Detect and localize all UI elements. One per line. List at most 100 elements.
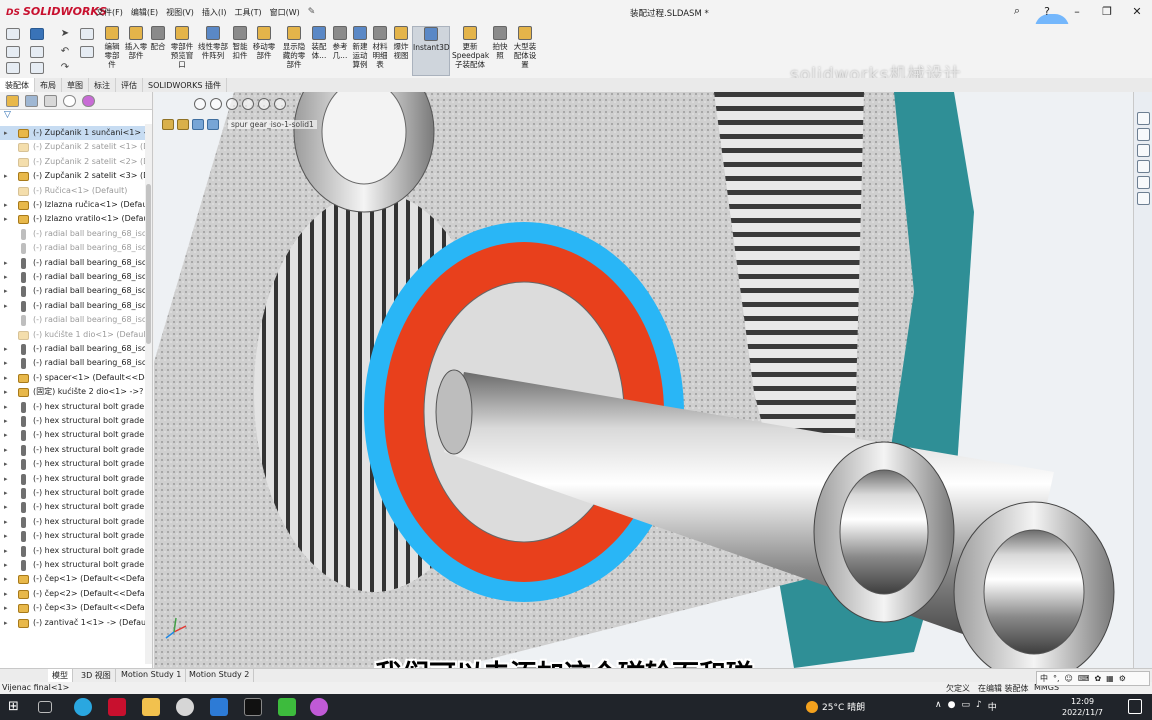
expand-arrow-icon[interactable]: ▸ xyxy=(4,385,12,399)
display-manager-tab-icon[interactable] xyxy=(82,95,95,107)
restore-button[interactable]: ❐ xyxy=(1092,0,1122,22)
mate-button[interactable]: 配合 xyxy=(148,26,168,51)
tree-item[interactable]: ▸ (-) Izlazno vratilo<1> (Defau xyxy=(0,212,152,226)
section-view-icon[interactable] xyxy=(242,98,254,110)
ime-keyboard-icon[interactable]: ⌨ xyxy=(1078,674,1090,683)
tree-item[interactable]: ▸ (-) zantivač 1<1> -> (Defau xyxy=(0,616,152,630)
settings-taskbar-icon[interactable] xyxy=(176,698,194,716)
edit-component-button[interactable]: 编辑 零部 件 xyxy=(100,26,124,69)
expand-arrow-icon[interactable]: ▸ xyxy=(4,356,12,370)
tree-item[interactable]: ▸ (-) radial ball bearing_68_isc xyxy=(0,342,152,356)
notification-icon[interactable] xyxy=(1128,699,1142,714)
feature-tree-scrollbar[interactable] xyxy=(145,124,152,664)
linear-pattern-button[interactable]: 线性零部 件阵列 xyxy=(196,26,230,60)
display-style-icon[interactable] xyxy=(274,98,286,110)
tab-motion-study-2[interactable]: Motion Study 2 xyxy=(185,669,255,682)
tree-item[interactable]: ▸ (-) radial ball bearing_68_isc xyxy=(0,256,152,270)
tray-chevron-icon[interactable]: ∧ xyxy=(935,700,942,713)
tree-item[interactable]: ▸ (-) Zupčanik 2 satelit <3> (D xyxy=(0,169,152,183)
qq-taskbar-icon[interactable] xyxy=(244,698,262,716)
tab-layout[interactable]: 布局 xyxy=(35,78,62,92)
expand-arrow-icon[interactable]: ▸ xyxy=(4,587,12,601)
solidworks-logo[interactable]: DS SOLIDWORKS xyxy=(6,5,107,18)
smart-fasteners-button[interactable]: 智能 扣件 xyxy=(230,26,250,60)
expand-arrow-icon[interactable]: ▸ xyxy=(4,515,12,529)
tree-item[interactable]: ▸ (-) čep<2> (Default<<Defau xyxy=(0,587,152,601)
tab-evaluate[interactable]: 评估 xyxy=(116,78,143,92)
view-palette-icon[interactable] xyxy=(1137,160,1150,173)
menu-view[interactable]: 视图(V) xyxy=(166,7,194,18)
tree-item[interactable]: ▸ (-) hex structural bolt grade xyxy=(0,414,152,428)
tree-item[interactable]: ▸ (-) čep<3> (Default<<Defau xyxy=(0,601,152,615)
ime-toolbox-icon[interactable]: ▦ xyxy=(1106,674,1114,683)
tree-item[interactable]: (-) Zupčanik 2 satelit <2> (D xyxy=(0,155,152,169)
zoom-to-fit-icon[interactable] xyxy=(194,98,206,110)
component-preview-button[interactable]: 零部件 预览窗 口 xyxy=(168,26,196,69)
tab-markup[interactable]: 标注 xyxy=(89,78,116,92)
tree-item[interactable]: ▸ (-) hex structural bolt grade xyxy=(0,558,152,572)
ime-emoji-icon[interactable]: ☺ xyxy=(1065,674,1073,683)
dimxpert-tab-icon[interactable] xyxy=(63,95,76,107)
expand-arrow-icon[interactable]: ▸ xyxy=(4,256,12,270)
tree-item[interactable]: ▸ (-) hex structural bolt grade xyxy=(0,529,152,543)
previous-view-icon[interactable] xyxy=(226,98,238,110)
assembly-crumb-icon[interactable] xyxy=(162,119,174,130)
expand-arrow-icon[interactable]: ▸ xyxy=(4,212,12,226)
show-hidden-button[interactable]: 显示隐 藏的零 部件 xyxy=(280,26,308,69)
tab-3d-views[interactable]: 3D 视图 xyxy=(77,669,116,682)
body-crumb-icon[interactable] xyxy=(207,119,219,130)
tree-item[interactable]: ▸ (-) hex structural bolt grade xyxy=(0,443,152,457)
tree-item[interactable]: ▸ (-) hex structural bolt grade xyxy=(0,472,152,486)
tree-item[interactable]: ▸ (-) radial ball bearing_68_isc xyxy=(0,356,152,370)
tray-app-icon[interactable]: ● xyxy=(948,700,956,713)
expand-arrow-icon[interactable]: ▸ xyxy=(4,529,12,543)
filter-icon[interactable]: ▽ xyxy=(0,110,152,124)
expand-arrow-icon[interactable]: ▸ xyxy=(4,371,12,385)
menu-insert[interactable]: 插入(I) xyxy=(202,7,227,18)
assembly-features-button[interactable]: 装配 体... xyxy=(308,26,330,60)
expand-arrow-icon[interactable]: ▸ xyxy=(4,572,12,586)
tab-sketch[interactable]: 草图 xyxy=(62,78,89,92)
menu-window[interactable]: 窗口(W) xyxy=(270,7,300,18)
ime-skin-icon[interactable]: ✿ xyxy=(1094,674,1101,683)
tab-model[interactable]: 模型 xyxy=(48,669,73,682)
ime-punct[interactable]: °, xyxy=(1053,674,1060,683)
expand-arrow-icon[interactable]: ▸ xyxy=(4,284,12,298)
tray-volume-icon[interactable]: ♪ xyxy=(976,700,982,713)
ime-lang[interactable]: 中 xyxy=(1040,673,1048,684)
solidworks-taskbar-icon[interactable] xyxy=(108,698,126,716)
print-icon[interactable] xyxy=(30,46,44,58)
menu-tools[interactable]: 工具(T) xyxy=(234,7,261,18)
insert-component-button[interactable]: 插入零 部件 xyxy=(124,26,148,60)
browser-icon[interactable] xyxy=(74,698,92,716)
expand-arrow-icon[interactable]: ▸ xyxy=(4,400,12,414)
tray-lang[interactable]: 中 xyxy=(988,700,997,713)
assembly-render[interactable] xyxy=(154,92,1133,668)
undo-icon[interactable]: ↶ xyxy=(58,46,72,58)
file-properties-icon[interactable] xyxy=(30,62,44,74)
property-manager-tab-icon[interactable] xyxy=(25,95,38,107)
expand-arrow-icon[interactable]: ▸ xyxy=(4,342,12,356)
task-view-icon[interactable] xyxy=(38,701,52,713)
expand-arrow-icon[interactable]: ▸ xyxy=(4,198,12,212)
tree-item[interactable]: ▸ (-) hex structural bolt grade xyxy=(0,500,152,514)
tree-item[interactable]: ▸ (-) čep<1> (Default<<Defa xyxy=(0,572,152,586)
app-taskbar-icon[interactable] xyxy=(210,698,228,716)
solidworks-resources-icon[interactable] xyxy=(1137,112,1150,125)
redo-icon[interactable]: ↷ xyxy=(58,62,72,74)
search-icon[interactable]: ⌕ xyxy=(1002,0,1032,22)
feature-tree-tab-icon[interactable] xyxy=(6,95,19,107)
tree-item[interactable]: (-) Ručica<1> (Default) xyxy=(0,184,152,198)
tree-item[interactable]: ▸ (-) hex structural bolt grade xyxy=(0,544,152,558)
tree-item[interactable]: (-) kućište 1 dio<1> (Default xyxy=(0,328,152,342)
breadcrumb-label[interactable]: spur gear_iso-1-solid1 xyxy=(228,120,317,129)
minimize-button[interactable]: – xyxy=(1062,0,1092,22)
menu-file[interactable]: 文件(F) xyxy=(96,7,123,18)
update-speedpak-button[interactable]: 更新 Speedpak 子装配体 xyxy=(452,26,489,69)
new-icon[interactable] xyxy=(6,46,20,58)
tree-item[interactable]: ▸ (-) hex structural bolt grade xyxy=(0,515,152,529)
home-icon[interactable] xyxy=(6,28,20,40)
expand-arrow-icon[interactable]: ▸ xyxy=(4,126,12,140)
expand-arrow-icon[interactable]: ▸ xyxy=(4,544,12,558)
tree-item[interactable]: ▸ (固定) kućište 2 dio<1> ->? ( xyxy=(0,385,152,399)
